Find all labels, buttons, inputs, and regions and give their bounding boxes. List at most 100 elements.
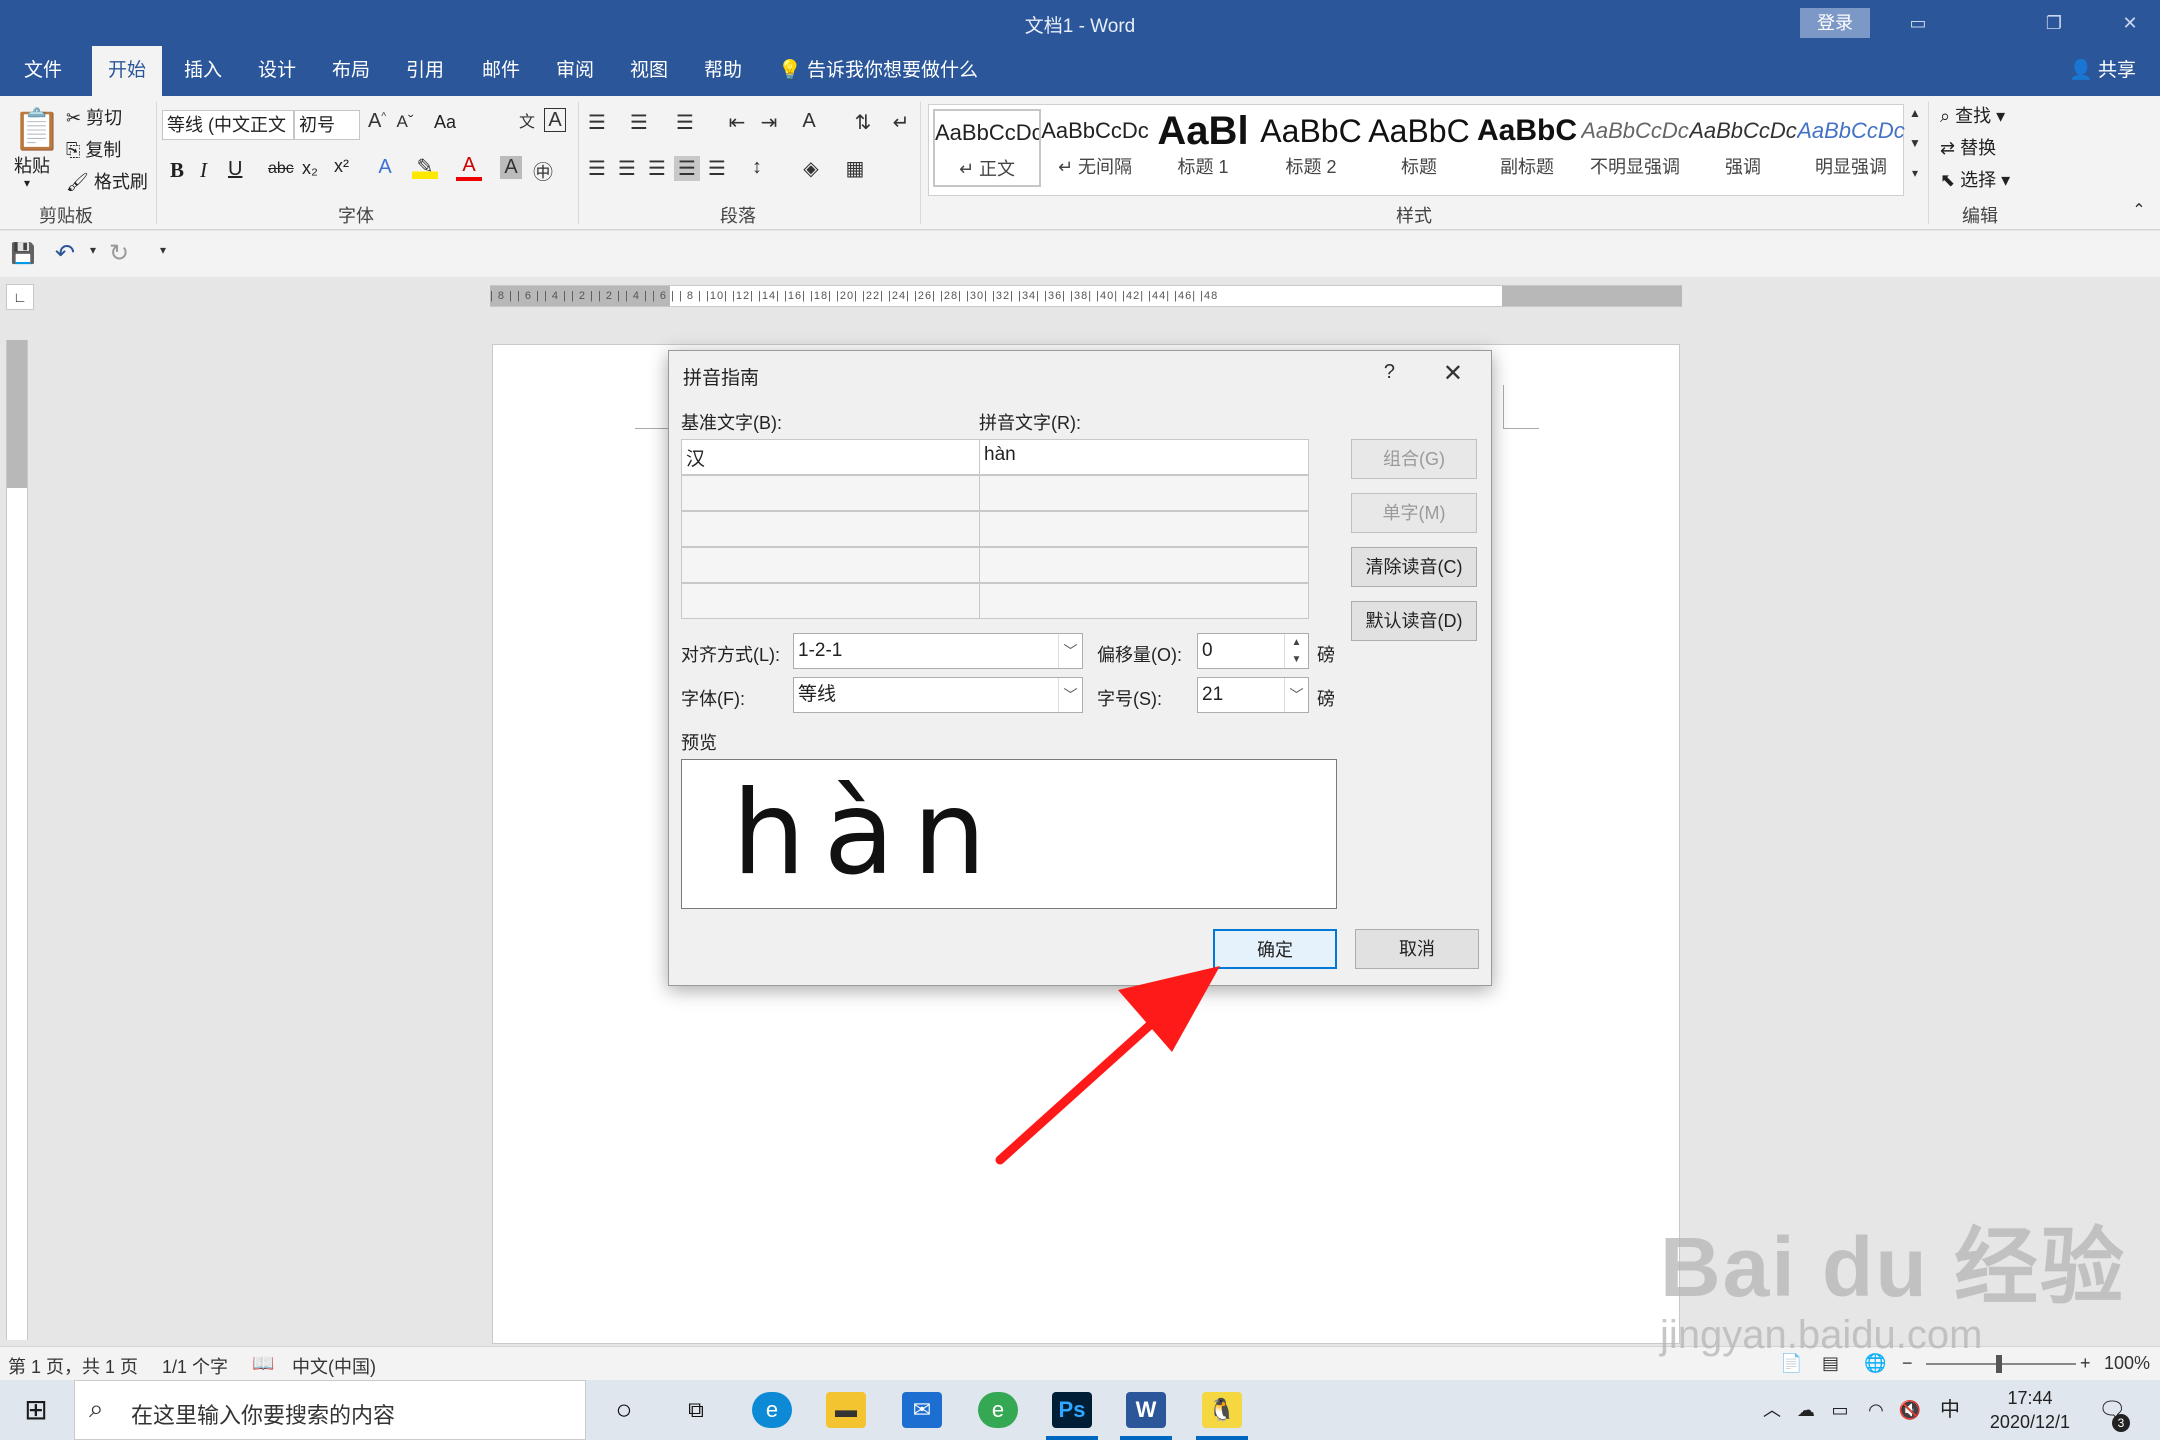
speaker-muted-icon[interactable]: 🔇 [1890,1392,1930,1428]
tab-mailings[interactable]: 邮件 [474,46,528,96]
replace-button[interactable]: ⇄ 替换 [1940,134,1996,160]
chinese-layout-icon[interactable]: A [796,110,822,133]
base-text-field[interactable] [681,583,981,619]
bold-button[interactable]: B [170,158,184,183]
page-count[interactable]: 第 1 页，共 1 页 [8,1353,138,1379]
decrease-indent-icon[interactable]: ⇤ [724,110,750,135]
login-button[interactable]: 登录 [1800,8,1870,38]
style-item[interactable]: AaBbC 标题 2 [1257,109,1365,187]
character-border-icon[interactable]: A [544,108,566,132]
highlight-icon[interactable]: ✎ [412,154,438,179]
help-icon[interactable]: ? [1384,361,1395,384]
proofing-icon[interactable]: 📖 [252,1353,274,1374]
offset-stepper[interactable]: 0 ▲ ▼ [1197,633,1309,669]
multilevel-list-icon[interactable]: ☰ [672,110,698,135]
styles-scroll-down-icon[interactable]: ▼ [1902,136,1928,150]
tab-help[interactable]: 帮助 [696,46,750,96]
tab-file[interactable]: 文件 [16,46,70,96]
style-item[interactable]: AaBbC 副标题 [1473,109,1581,187]
style-item[interactable]: AaBbCcDc 不明显强调 [1581,109,1689,187]
ok-button[interactable]: 确定 [1213,929,1337,969]
copy-button[interactable]: ⎘ 复制 [66,136,121,162]
ruby-text-field[interactable]: hàn [979,439,1309,475]
shrink-font-icon[interactable]: Aˇ [392,112,418,132]
align-center-icon[interactable]: ☰ [614,156,640,181]
base-text-field[interactable] [681,475,981,511]
word-icon[interactable]: W [1126,1392,1166,1428]
styles-scroll-up-icon[interactable]: ▲ [1902,106,1928,120]
enclose-characters-icon[interactable]: ㊥ [530,156,556,185]
font-name-box[interactable]: 等线 (中文正文 [162,110,294,140]
format-painter-button[interactable]: 🖌 格式刷 [66,168,148,194]
spin-up-icon[interactable]: ▲ [1285,634,1308,651]
paste-label[interactable]: 粘贴 [14,152,50,178]
style-item[interactable]: AaBbC 标题 [1365,109,1473,187]
tab-review[interactable]: 审阅 [548,46,602,96]
style-item[interactable]: AaBbCcDc ↵ 正文 [933,109,1041,187]
undo-icon[interactable]: ↶ [52,239,78,268]
subscript-button[interactable]: x₂ [302,158,318,179]
undo-dropdown-icon[interactable]: ▾ [80,243,106,257]
style-item[interactable]: AaBbCcDc 强调 [1689,109,1797,187]
share-button[interactable]: 👤 共享 [2069,46,2136,96]
task-view-icon[interactable]: ⧉ [676,1392,716,1428]
font-select[interactable]: 等线 ﹀ [793,677,1083,713]
cut-button[interactable]: ✂ 剪切 [66,104,122,130]
tab-home[interactable]: 开始 [92,46,162,96]
style-item[interactable]: AaBbCcDc ↵ 无间隔 [1041,109,1149,187]
sort-icon[interactable]: ⇅ [850,110,876,135]
tab-insert[interactable]: 插入 [176,46,230,96]
horizontal-ruler[interactable]: | 8 | | 6 | | 4 | | 2 | | 2 | | 4 | | 6 … [490,285,1682,307]
underline-button[interactable]: U [228,158,242,181]
align-left-icon[interactable]: ☰ [584,156,610,181]
battery-icon[interactable]: ▭ [1820,1392,1860,1428]
paste-icon[interactable]: 📋 [12,106,62,153]
customize-qat-icon[interactable]: ▾ [150,243,176,257]
base-text-field[interactable]: 汉 [681,439,981,475]
save-icon[interactable]: 💾 [10,241,36,266]
mail-icon[interactable]: ✉ [902,1392,942,1428]
collapse-ribbon-icon[interactable]: ⌃ [2126,200,2152,220]
tab-view[interactable]: 视图 [622,46,676,96]
size-select[interactable]: 21 ﹀ [1197,677,1309,713]
ruby-text-field[interactable] [979,511,1309,547]
shading-icon[interactable]: ◈ [798,156,824,181]
chevron-down-icon[interactable]: ﹀ [1058,678,1082,712]
photoshop-icon[interactable]: Ps [1052,1392,1092,1428]
align-right-icon[interactable]: ☰ [644,156,670,181]
taskbar-search[interactable]: ⌕ 在这里输入你要搜索的内容 [74,1380,586,1440]
ruby-text-field[interactable] [979,547,1309,583]
style-item[interactable]: AaBl 标题 1 [1149,109,1257,187]
phonetic-guide-icon[interactable]: 文 [514,108,540,132]
borders-icon[interactable]: ▦ [842,156,868,181]
tab-references[interactable]: 引用 [398,46,452,96]
superscript-button[interactable]: x² [334,156,349,177]
chevron-down-icon[interactable]: ﹀ [1284,678,1308,712]
mono-button[interactable]: 单字(M) [1351,493,1477,533]
change-case-button[interactable]: Aa [434,112,456,133]
style-item[interactable]: AaBbCcDc 明显强调 [1797,109,1905,187]
clear-reading-button[interactable]: 清除读音(C) [1351,547,1477,587]
ie-browser-icon[interactable]: e [978,1392,1018,1428]
paste-dropdown-icon[interactable]: ▾ [24,176,30,190]
line-spacing-icon[interactable]: ↕ [744,156,770,179]
base-text-field[interactable] [681,511,981,547]
tab-design[interactable]: 设计 [250,46,304,96]
numbering-icon[interactable]: ☰ [626,110,652,135]
alignment-select[interactable]: 1-2-1 ﹀ [793,633,1083,669]
ribbon-display-options-icon[interactable]: ▭ [1898,10,1938,38]
base-text-field[interactable] [681,547,981,583]
default-reading-button[interactable]: 默认读音(D) [1351,601,1477,641]
grow-font-icon[interactable]: A^ [364,110,390,133]
show-marks-icon[interactable]: ↵ [888,110,914,135]
font-color-icon[interactable]: A [456,154,482,181]
strikethrough-button[interactable]: abc [268,160,294,178]
language-indicator[interactable]: 中文(中国) [292,1353,376,1379]
chevron-down-icon[interactable]: ﹀ [1058,634,1082,668]
ruby-text-field[interactable] [979,583,1309,619]
spin-down-icon[interactable]: ▼ [1285,651,1308,668]
offset-spinner[interactable]: ▲ ▼ [1284,634,1308,668]
increase-indent-icon[interactable]: ⇥ [756,110,782,135]
windows-start-icon[interactable]: ⊞ [16,1392,56,1428]
text-effects-icon[interactable]: A [372,156,398,179]
